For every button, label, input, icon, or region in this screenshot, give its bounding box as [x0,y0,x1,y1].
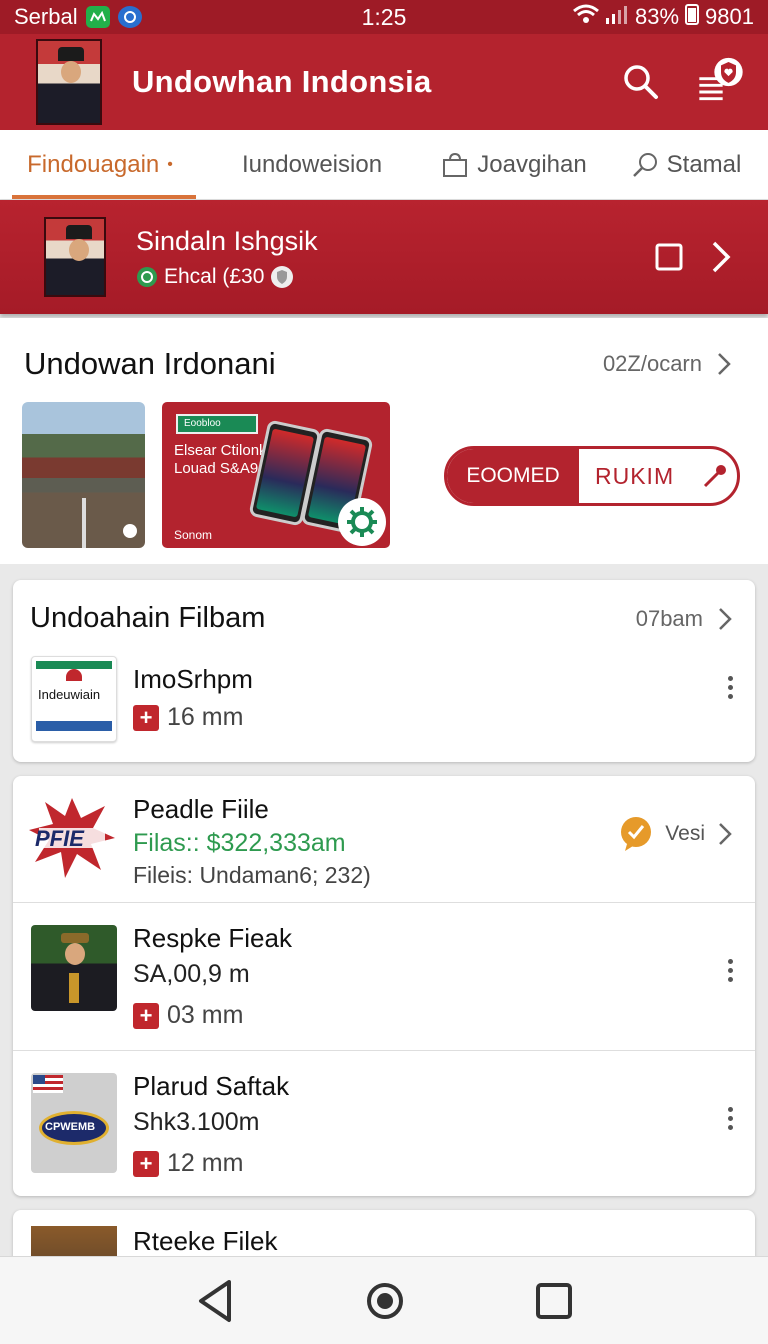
list-item[interactable]: Respke Fieak SA,00,9 m + 03 mm [13,903,755,1050]
sync-app-icon [117,6,142,28]
toggle-option-on[interactable]: EOOMED [447,449,579,503]
item-title: Respke Fieak [133,923,292,953]
tab-label: Iundoweision [241,150,383,178]
menu-shield-icon [699,57,743,101]
tab-active-dot: • [167,155,173,173]
shield-badge-icon [271,265,294,288]
house-thumbnail[interactable] [22,402,145,548]
search-icon [624,65,658,99]
gear-icon [338,498,386,546]
chevron-right-icon [718,353,731,375]
select-checkbox-icon[interactable] [654,242,684,272]
item-value: SA,00,9 m [133,960,250,988]
profile-banner[interactable]: Sindaln Ishgsik Ehcal (£30 [0,200,768,314]
status-extra: 9801 [705,4,754,29]
more-options-icon[interactable] [728,1107,733,1130]
tab-findouagain[interactable]: Findouagain • [0,130,200,199]
pfie-logo-text: PFIE [35,826,84,851]
promo-line-1: Elsear Ctilonk [174,442,267,459]
item-status[interactable]: Vesi [619,816,733,852]
menu-button[interactable] [696,57,746,107]
app-title: Undowhan Indonsia [132,64,432,99]
status-label: Vesi [665,822,705,845]
item-title: Plarud Saftak [133,1071,290,1101]
tab-bar: Findouagain • Iundoweision Joavgihan Sta… [0,130,768,200]
system-nav-bar [0,1256,768,1344]
more-options-icon[interactable] [728,959,733,982]
toggle-option-off[interactable]: RUKIM [579,449,737,503]
promo-line-2: Louad S&A9 [174,460,259,477]
featured-meta: 02Z/ocarn [602,351,702,376]
profile-avatar [44,217,106,297]
files-card: Undoahain Filbam 07bam Indeuwiain ImoSrh… [13,580,755,762]
plus-icon[interactable]: + [133,704,159,731]
home-icon[interactable] [365,1281,405,1321]
file-thumbnail-text: Indeuwiain [38,687,101,702]
tab-label: Stamal [666,150,742,178]
profile-name: Sindaln Ishgsik [136,225,318,256]
carousel-dot [123,524,137,538]
messages-app-icon [85,6,110,28]
cpwemb-logo-text: CPWEMB [45,1121,96,1133]
item-size: 12 mm [167,1149,244,1177]
search-button[interactable] [616,57,666,107]
item-title: Rteeke Filek [133,1226,278,1256]
person-thumbnail [31,925,117,1011]
promo-card[interactable]: Eoobloo Elsear Ctilonk Louad S&A9 Sonom [162,402,390,548]
back-icon[interactable] [195,1278,235,1324]
tab-stamal[interactable]: Stamal [604,130,768,199]
chevron-right-icon [719,823,732,845]
toggle-off-label: RUKIM [595,462,675,489]
wifi-icon [573,4,599,30]
signal-icon [605,4,629,30]
mode-toggle[interactable]: EOOMED RUKIM [444,446,740,506]
file-thumbnail: Indeuwiain [31,656,117,742]
promo-tag: Eoobloo [176,414,258,434]
pin-icon [704,465,727,488]
app-avatar[interactable] [36,39,102,125]
battery-icon [685,3,700,31]
files-title: Undoahain Filbam [30,602,266,634]
cpwemb-thumbnail: CPWEMB [31,1073,117,1173]
item-price: Filas:: $322,333am [133,829,346,857]
status-bar: Serbal 1:25 83% 9801 [0,0,768,34]
files-meta: 07bam [635,605,703,631]
plus-icon[interactable]: + [133,1150,159,1177]
bag-icon [443,152,468,177]
file-list-card: PFIE Peadle Fiile Filas:: $322,333am Fil… [13,776,755,1196]
featured-see-all[interactable]: 02Z/ocarn [603,351,732,377]
item-size: 03 mm [167,1001,244,1029]
tab-label: Findouagain [27,150,160,178]
recents-icon[interactable] [535,1282,573,1320]
chevron-right-icon [719,607,732,630]
check-bubble-icon [621,817,652,851]
item-details: Fileis: Undaman6; 232) [133,862,371,888]
pfie-logo: PFIE [27,794,117,880]
search-icon [632,152,657,177]
file-title: ImoSrhpm [133,664,253,694]
profile-subtitle: Ehcal (£30 [164,264,265,288]
promo-footer: Sonom [174,528,213,542]
verified-icon [137,266,157,287]
tab-iundoweision[interactable]: Iundoweision [200,130,424,199]
files-see-all[interactable]: 07bam [636,606,733,632]
list-item[interactable]: CPWEMB Plarud Saftak Shk3.100m + 12 mm [13,1051,755,1196]
app-bar: Undowhan Indonsia [0,34,768,130]
plus-icon[interactable]: + [133,1002,159,1029]
item-title: Peadle Fiile [133,794,269,824]
featured-title: Undowan Irdonani [24,346,276,381]
chevron-right-icon[interactable] [710,240,732,274]
file-size: 16 mm [167,703,244,731]
list-item[interactable]: PFIE Peadle Fiile Filas:: $322,333am Fil… [13,776,755,902]
more-options-icon[interactable] [728,676,733,699]
list-item[interactable]: Indeuwiain ImoSrhpm + 16 mm [13,654,755,754]
item-value: Shk3.100m [133,1108,260,1136]
carrier-label: Serbal [14,4,78,29]
tab-joavgihan[interactable]: Joavgihan [424,130,604,199]
tab-label: Joavgihan [477,150,587,178]
battery-percent: 83% [635,4,680,29]
featured-section: Undowan Irdonani 02Z/ocarn Eoobloo Elsea… [0,318,768,564]
